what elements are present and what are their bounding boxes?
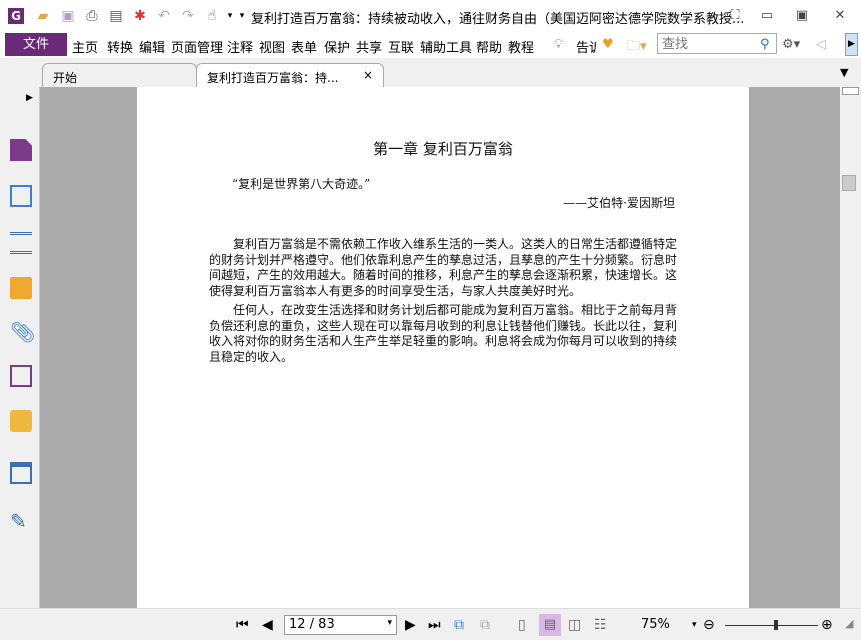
menu-protect[interactable]: 保护 [324,37,350,56]
minimize-button[interactable]: ▭ [757,6,777,26]
zoom-slider-thumb[interactable] [774,620,779,630]
zoom-dropdown-icon[interactable]: ▾ [692,620,697,630]
file-menu[interactable]: 文件 [5,33,67,56]
print-icon[interactable]: ⎙ [84,8,100,24]
next-page-icon[interactable]: ▶ [405,617,416,633]
menu-edit[interactable]: 编辑 [139,37,165,56]
properties-icon[interactable]: ▤ [108,8,124,24]
certify-icon[interactable]: ✎ [10,509,32,533]
heart-icon[interactable]: ♥ [602,37,614,52]
menu-page-manage[interactable]: 页面管理 [171,37,223,56]
menu-comment[interactable]: 注释 [227,37,253,56]
search-icon[interactable]: ⚲ [760,37,770,52]
hand-tool-icon[interactable]: ☝ [204,8,220,24]
page-thumbnails-icon[interactable] [10,139,32,161]
document-view: 第一章 复利百万富翁 “复利是世界第八大奇迹。” ——艾伯特·爱因斯坦 复利百万… [40,87,840,608]
title-bar: G ▰ ▣ ⎙ ▤ ✱ ↶ ↷ ☝ ▾ ▾ 复利打造百万富翁：持续被动收入，通往… [0,0,861,32]
close-button[interactable]: ✕ [830,6,850,26]
search-input[interactable] [657,33,777,54]
previous-view-icon[interactable]: ⧉ [454,617,464,633]
epigraph-attribution: ——艾伯特·爱因斯坦 [563,196,675,210]
settings-icon[interactable]: ⚙▾ [782,37,800,52]
menu-help[interactable]: 帮助 [476,37,502,56]
menu-connect[interactable]: 互联 [388,37,414,56]
security-icon[interactable] [10,410,32,432]
undo-icon[interactable]: ↶ [156,8,172,24]
single-page-icon[interactable]: ▯ [518,617,526,633]
tab-label: 开始 [53,71,78,85]
menu-form[interactable]: 表单 [291,37,317,56]
menu-view[interactable]: 视图 [259,37,285,56]
menu-home[interactable]: 主页 [72,37,98,56]
last-page-icon[interactable]: ⏭ [428,617,441,633]
layers-icon[interactable] [10,232,32,254]
tab-label: 复利打造百万富翁：持... [207,71,339,85]
ribbon-right-button[interactable]: ▶ [845,33,858,56]
pdf-page: 第一章 复利百万富翁 “复利是世界第八大奇迹。” ——艾伯特·爱因斯坦 复利百万… [137,87,749,608]
first-page-icon[interactable]: ⏮ [236,617,249,633]
navigation-panel: ▶ 📎︎ ✎ [0,87,40,608]
save-icon[interactable]: ▣ [60,8,76,24]
paragraph: 任何人，在改变生活选择和财务计划后都可能成为复利百万富翁。相比于之前每月背负偿还… [209,303,678,364]
redo-icon[interactable]: ↷ [180,8,196,24]
tab-list-dropdown-icon[interactable]: ▼ [840,66,848,79]
ribbon-left-icon[interactable]: ◁ [816,37,826,52]
vertical-scrollbar[interactable] [840,87,861,608]
paragraph: 复利百万富翁是不需依赖工作收入维系生活的一类人。这类人的日常生活都遵循特定的财务… [209,237,678,298]
page-dropdown-icon[interactable]: ▾ [387,618,392,628]
tab-bar: 开始 复利打造百万富翁：持... × ▼ [0,60,861,88]
customize-qa-icon[interactable]: ▾ [234,8,250,24]
window-title: 复利打造百万富翁：持续被动收入，通往财务自由（美国迈阿密达德学院数学系教授... [251,12,745,27]
facing-page-icon[interactable]: ◫ [568,617,581,633]
tell-me[interactable]: 告诉 [576,37,596,56]
bookmarks-icon[interactable] [10,185,32,207]
folder-search-icon[interactable]: 🗀︎▾ [627,37,647,59]
menu-accessibility[interactable]: 辅助工具 [420,37,472,56]
zoom-out-icon[interactable]: ⊖ [703,617,715,633]
page-number-input[interactable]: 12 / 83 ▾ [284,615,397,635]
epigraph-quote: “复利是世界第八大奇迹。” [232,177,371,191]
continuous-facing-icon[interactable]: ☷ [594,617,607,633]
page-number: 12 / 83 [289,617,335,632]
open-icon[interactable]: ▰ [35,8,51,24]
zoom-slider[interactable] [725,625,818,626]
form-fields-icon[interactable] [10,462,32,484]
close-tab-icon[interactable]: × [363,68,373,82]
ribbon-menu: 文件 主页 转换 编辑 页面管理 注释 视图 表单 保护 共享 互联 辅助工具 … [0,32,861,58]
menu-convert[interactable]: 转换 [107,37,133,56]
new-icon[interactable]: ✱ [132,8,148,24]
prev-page-icon[interactable]: ◀ [262,617,273,633]
next-view-icon[interactable]: ⧉ [480,617,490,633]
zoom-level[interactable]: 75% [641,617,670,632]
lightbulb-icon[interactable]: 💡︎ [554,37,563,52]
attachments-icon[interactable]: 📎︎ [10,320,35,344]
fullscreen-icon[interactable]: ⛶ [725,6,745,26]
menu-tutorial[interactable]: 教程 [508,37,534,56]
tab-start[interactable]: 开始 [42,63,197,88]
continuous-page-icon[interactable]: ▤ [539,614,561,636]
maximize-button[interactable]: ▣ [792,6,812,26]
tab-document[interactable]: 复利打造百万富翁：持... × [196,63,384,88]
scroll-up-button[interactable] [842,87,859,95]
resize-grip-icon[interactable]: ◢ [845,617,853,630]
app-logo-icon: G [8,8,24,24]
expand-panel-icon[interactable]: ▶ [26,93,33,103]
scroll-thumb[interactable] [842,175,856,191]
status-bar: ⏮ ◀ 12 / 83 ▾ ▶ ⏭ ⧉ ⧉ ▯ ▤ ◫ ☷ 75% ▾ ⊖ ⊕ ◢ [0,608,861,640]
zoom-in-icon[interactable]: ⊕ [821,617,833,633]
signatures-icon[interactable] [10,365,32,387]
comments-icon[interactable] [10,277,32,299]
chapter-title: 第一章 复利百万富翁 [373,140,513,158]
menu-share[interactable]: 共享 [356,37,382,56]
